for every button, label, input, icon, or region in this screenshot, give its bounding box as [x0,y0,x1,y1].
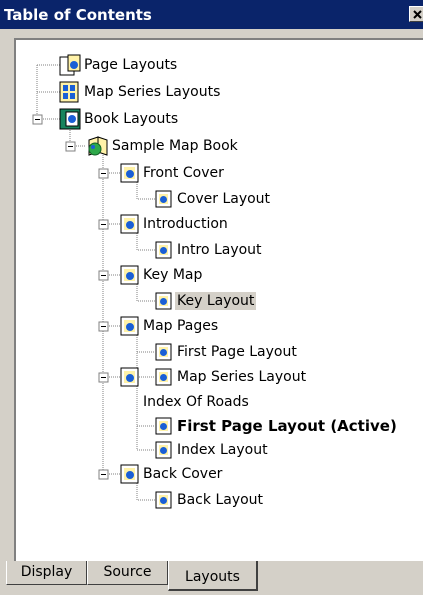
layout-page-icon [155,190,172,208]
section-icon [120,316,139,336]
section-icon [120,214,139,234]
layout-page-icon [155,241,172,259]
map-series-layouts-icon [59,81,79,103]
tree-item-back-cover[interactable]: Back Cover [141,465,224,483]
tab-layouts[interactable]: Layouts [168,561,258,591]
section-icon [120,163,139,183]
close-button[interactable] [409,6,423,22]
tree-item-page-layouts[interactable]: Page Layouts [82,56,179,74]
layout-page-icon [155,368,172,386]
section-icon [120,464,139,484]
panel-title: Table of Contents [4,6,152,24]
tree-item-sample-map-book[interactable]: Sample Map Book [110,137,240,155]
tab-source[interactable]: Source [87,561,168,585]
tree-item-index-layout[interactable]: Index Layout [175,441,270,459]
layout-page-icon [155,343,172,361]
section-icon [120,367,139,387]
layout-page-icon [155,441,172,459]
tree-item-index-of-roads[interactable]: Index Of Roads [141,393,251,411]
tree-item-map-pages[interactable]: Map Pages [141,317,220,335]
tree-item-introduction[interactable]: Introduction [141,215,230,233]
tree-item-first-page-layout-active[interactable]: First Page Layout (Active) [175,417,399,435]
tree-item-key-map[interactable]: Key Map [141,266,204,284]
tree-item-front-cover[interactable]: Front Cover [141,164,226,182]
map-book-icon [88,136,108,156]
page-layouts-icon [59,54,81,76]
section-icon [120,265,139,285]
panel-title-bar: Table of Contents [0,0,423,29]
book-layouts-icon [59,108,81,130]
tree-item-back-layout[interactable]: Back Layout [175,491,265,509]
tree-minus-icons [35,119,106,475]
toc-tree-view[interactable]: Page Layouts Map Series Layouts Book Lay… [14,38,423,561]
tab-display[interactable]: Display [6,561,87,585]
tree-item-intro-layout[interactable]: Intro Layout [175,241,264,259]
tree-expander-boxes [32,114,109,480]
tree-item-map-series-layouts[interactable]: Map Series Layouts [82,83,222,101]
close-icon [413,10,422,19]
layout-page-icon [155,417,172,435]
tree-item-map-series-layout[interactable]: Map Series Layout [175,368,308,386]
tree-item-first-page-layout[interactable]: First Page Layout [175,343,299,361]
layout-page-icon [155,491,172,509]
tree-item-cover-layout[interactable]: Cover Layout [175,190,272,208]
layout-page-icon [155,292,172,310]
panel-tab-strip: Display Source Layouts [0,561,423,595]
tree-item-book-layouts[interactable]: Book Layouts [82,110,180,128]
tree-item-key-layout[interactable]: Key Layout [175,292,257,310]
